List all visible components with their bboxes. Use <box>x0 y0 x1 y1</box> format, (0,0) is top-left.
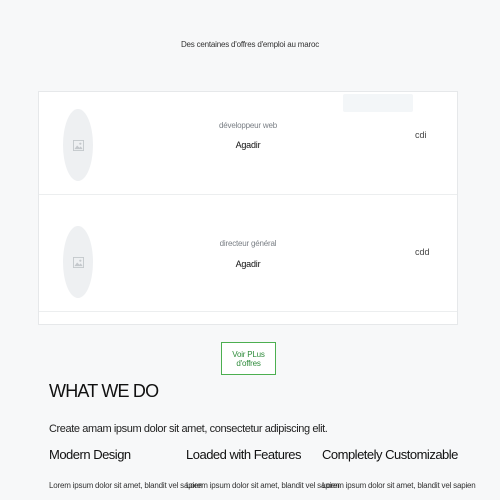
more-offers-button[interactable]: Voir PLus d'offres <box>221 342 276 375</box>
job-list-card: développeur web Agadir cdi directeur gén… <box>38 91 458 325</box>
feature-title-loaded-features: Loaded with Features <box>186 447 302 462</box>
page: Des centaines d'offres d'emploi au maroc… <box>0 0 500 500</box>
job-row[interactable]: directeur général Agadir cdd <box>39 195 457 312</box>
job-contract-type: cdd <box>415 247 430 257</box>
job-contract-type: cdi <box>415 130 427 140</box>
feature-text: Lorem ipsum dolor sit amet, blandit vel … <box>49 481 203 490</box>
section-title: WHAT WE DO <box>49 381 159 401</box>
feature-title-customizable: Completely Customizable <box>322 447 458 462</box>
feature-text: Lorem ipsum dolor sit amet, blandit vel … <box>322 481 476 490</box>
job-city: Agadir <box>235 259 261 269</box>
feature-title-modern-design: Modern Design <box>49 447 131 462</box>
job-city: Agadir <box>235 140 261 150</box>
job-title: développeur web <box>219 121 277 130</box>
section-intro: Create amam ipsum dolor sit amet, consec… <box>49 423 328 435</box>
job-row[interactable]: développeur web Agadir cdi <box>39 92 457 195</box>
feature-text: Lorem ipsum dolor sit amet, blandit vel … <box>186 481 340 490</box>
job-title: directeur général <box>219 239 277 248</box>
hero-tagline: Des centaines d'offres d'emploi au maroc <box>180 40 320 49</box>
